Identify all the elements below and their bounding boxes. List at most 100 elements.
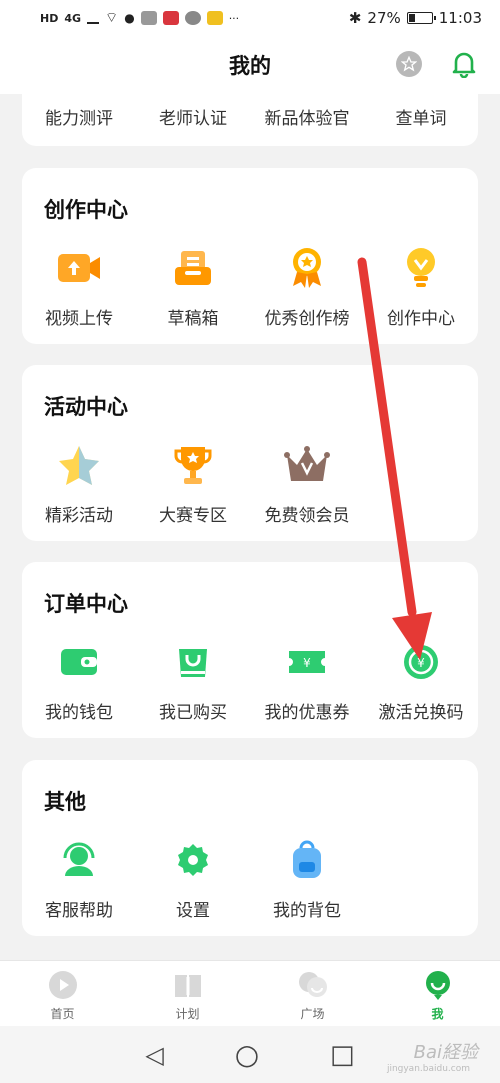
tools-card: 能力测评 老师认证 新品体验官 查单词 (22, 94, 478, 146)
signal-icon (87, 13, 100, 24)
item-label: 创作中心 (387, 309, 455, 329)
back-button[interactable]: ◁ (145, 1041, 163, 1069)
nav-label: 首页 (50, 1007, 75, 1021)
contest-zone-item[interactable]: 大赛专区 (136, 441, 250, 526)
item-label: 我的优惠券 (264, 703, 350, 723)
status-bar: HD 4G ⌔ ● ··· ✱ 27% 11:03 (0, 0, 500, 36)
item-label: 我的背包 (273, 901, 341, 921)
more-dots-icon: ··· (228, 11, 240, 25)
recent-apps-button[interactable]: □ (330, 1040, 355, 1070)
wallet-icon (55, 638, 103, 686)
page-title: 我的 (229, 54, 271, 78)
item-label: 免费领会员 (264, 506, 350, 526)
favorites-button[interactable] (396, 51, 422, 77)
activities-item[interactable]: 精彩活动 (22, 441, 136, 526)
network-badge: 4G (64, 11, 82, 25)
section-title: 其他 (44, 790, 86, 814)
title-actions (396, 50, 478, 78)
dictionary-item[interactable]: 查单词 (364, 104, 478, 129)
item-label: 激活兑换码 (378, 703, 464, 723)
nav-label: 广场 (300, 1007, 325, 1021)
settings-item[interactable]: 设置 (136, 836, 250, 921)
other-card: 其他 客服帮助 设置 我的背包 (22, 760, 478, 936)
notifications-button[interactable] (450, 50, 478, 78)
orders-grid: 我的钱包 我已购买 ¥ 我的优惠券 ¥ 激活兑换码 (22, 638, 478, 723)
bell-icon (452, 52, 476, 78)
video-upload-icon (55, 244, 103, 292)
nav-home[interactable]: 首页 (0, 961, 125, 1026)
activity-grid: 精彩活动 大赛专区 免费领会员 (22, 441, 478, 526)
activity-card: 活动中心 精彩活动 大赛专区 免费领会员 (22, 365, 478, 541)
svg-text:¥: ¥ (303, 656, 311, 670)
hex-app-icon (184, 11, 201, 25)
bottom-nav: 首页 计划 广场 我 (0, 960, 500, 1026)
top-creators-item[interactable]: 优秀创作榜 (250, 244, 364, 329)
coupons-item[interactable]: ¥ 我的优惠券 (250, 638, 364, 723)
watermark: Bai経验 (413, 1042, 478, 1063)
ability-test-item[interactable]: 能力测评 (22, 104, 136, 129)
video-upload-item[interactable]: 视频上传 (22, 244, 136, 329)
creation-card: 创作中心 视频上传 草稿箱 优秀创作榜 创作中心 (22, 168, 478, 344)
clock: 11:03 (438, 9, 482, 27)
gear-icon (169, 836, 217, 884)
nav-label: 计划 (175, 1007, 200, 1021)
other-grid: 客服帮助 设置 我的背包 (22, 836, 478, 921)
red-app-icon (162, 11, 179, 25)
redeem-code-item[interactable]: ¥ 激活兑换码 (364, 638, 478, 723)
status-right: ✱ 27% 11:03 (349, 9, 482, 27)
item-label: 能力测评 (45, 109, 113, 129)
creation-grid: 视频上传 草稿箱 优秀创作榜 创作中心 (22, 244, 478, 329)
nav-plan[interactable]: 计划 (125, 961, 250, 1026)
item-label: 查单词 (395, 109, 447, 129)
customer-service-item[interactable]: 客服帮助 (22, 836, 136, 921)
backpack-icon (283, 836, 331, 884)
item-label: 视频上传 (45, 309, 113, 329)
award-medal-icon (283, 244, 331, 292)
wifi-icon: ⌔ (105, 10, 119, 26)
item-label: 设置 (176, 901, 210, 921)
watermark-url: jingyan.baidu.com (386, 1064, 470, 1074)
redeem-code-icon: ¥ (397, 638, 445, 686)
home-play-icon (48, 971, 77, 999)
item-label: 草稿箱 (167, 309, 219, 329)
creation-center-item[interactable]: 创作中心 (364, 244, 478, 329)
drafts-item[interactable]: 草稿箱 (136, 244, 250, 329)
nav-me[interactable]: 我 (375, 961, 500, 1026)
drafts-icon (169, 244, 217, 292)
purchased-item[interactable]: 我已购买 (136, 638, 250, 723)
battery-icon (406, 12, 436, 24)
profile-icon (425, 971, 450, 1000)
wallet-item[interactable]: 我的钱包 (22, 638, 136, 723)
item-label: 客服帮助 (45, 901, 113, 921)
item-label: 老师认证 (159, 109, 227, 129)
star-icon (55, 441, 103, 489)
battery-percent: 27% (367, 9, 401, 27)
item-label: 优秀创作榜 (264, 309, 350, 329)
bluetooth-icon: ✱ (348, 9, 362, 27)
coupon-icon: ¥ (283, 638, 331, 686)
product-tester-item[interactable]: 新品体验官 (250, 104, 364, 129)
chat-bubbles-icon (298, 972, 327, 997)
section-title: 订单中心 (44, 592, 128, 616)
trophy-icon (169, 441, 217, 489)
home-button[interactable]: ○ (235, 1038, 259, 1071)
crown-icon (283, 441, 331, 489)
nav-square[interactable]: 广场 (250, 961, 375, 1026)
book-icon (174, 975, 201, 997)
hd-badge: HD (40, 11, 59, 25)
teacher-cert-item[interactable]: 老师认证 (136, 104, 250, 129)
status-left: HD 4G ⌔ ● ··· (40, 9, 239, 27)
headset-icon (55, 836, 103, 884)
item-label: 我已购买 (159, 703, 227, 723)
wechat-icon: ● (124, 11, 135, 25)
tools-grid: 能力测评 老师认证 新品体验官 查单词 (22, 104, 478, 129)
backpack-item[interactable]: 我的背包 (250, 836, 364, 921)
item-label: 我的钱包 (45, 703, 113, 723)
app-notify-icon (140, 11, 157, 25)
orders-card: 订单中心 我的钱包 我已购买 ¥ 我的优惠券 ¥ 激活兑换码 (22, 562, 478, 738)
lightbulb-icon (397, 244, 445, 292)
nav-label: 我 (431, 1007, 444, 1021)
free-membership-item[interactable]: 免费领会员 (250, 441, 364, 526)
item-label: 精彩活动 (45, 506, 113, 526)
item-label: 大赛专区 (159, 506, 227, 526)
